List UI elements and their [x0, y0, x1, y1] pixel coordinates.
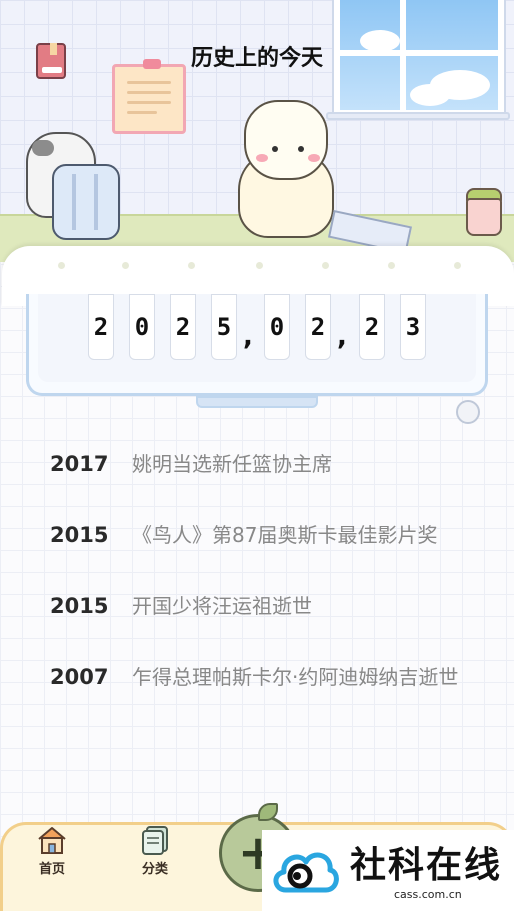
leaf-icon	[258, 803, 278, 821]
date-digit-day-1: 2	[359, 294, 385, 360]
suitcase-illustration	[52, 164, 120, 240]
date-digit-day-2: 3	[400, 294, 426, 360]
date-digit-month-1: 0	[264, 294, 290, 360]
nav-item-category[interactable]: 分类	[125, 824, 185, 877]
event-year: 2017	[50, 452, 109, 476]
event-year: 2007	[50, 665, 109, 689]
page-title: 历史上的今天	[190, 46, 323, 71]
event-text[interactable]: 乍得总理帕斯卡尔·约阿迪姆纳吉逝世	[132, 664, 462, 691]
home-icon	[38, 827, 66, 854]
window-sill	[326, 112, 510, 120]
event-text[interactable]: 开国少将汪运祖逝世	[132, 593, 462, 620]
nav-label-category: 分类	[141, 862, 168, 877]
date-digit-month-2: 2	[305, 294, 331, 360]
date-separator: ,	[243, 322, 253, 352]
date-digit-year-2: 0	[129, 294, 155, 360]
date-digit-year-3: 2	[170, 294, 196, 360]
nav-item-home[interactable]: 首页	[22, 824, 82, 877]
watermark-subtitle: cass.com.cn	[394, 888, 462, 901]
bunny-illustration	[244, 100, 328, 180]
watermark: 社科在线 cass.com.cn	[262, 830, 514, 911]
event-year: 2015	[50, 523, 109, 547]
event-year: 2015	[50, 594, 109, 618]
date-digit-year-4: 5	[211, 294, 237, 360]
watermark-title: 社科在线	[350, 845, 503, 886]
event-text[interactable]: 《鸟人》第87届奥斯卡最佳影片奖	[132, 522, 462, 549]
date-digit-year-1: 2	[88, 294, 114, 360]
notebook-icon	[142, 826, 168, 855]
cloud-logo-icon	[273, 852, 339, 893]
clipboard-illustration	[112, 59, 186, 134]
date-separator: ,	[337, 322, 347, 352]
monitor-stand	[196, 396, 318, 408]
plant-pot-illustration	[466, 198, 502, 236]
nav-label-home: 首页	[38, 862, 65, 877]
mouse-icon	[456, 400, 480, 424]
event-text[interactable]: 姚明当选新任篮协主席	[132, 451, 462, 478]
